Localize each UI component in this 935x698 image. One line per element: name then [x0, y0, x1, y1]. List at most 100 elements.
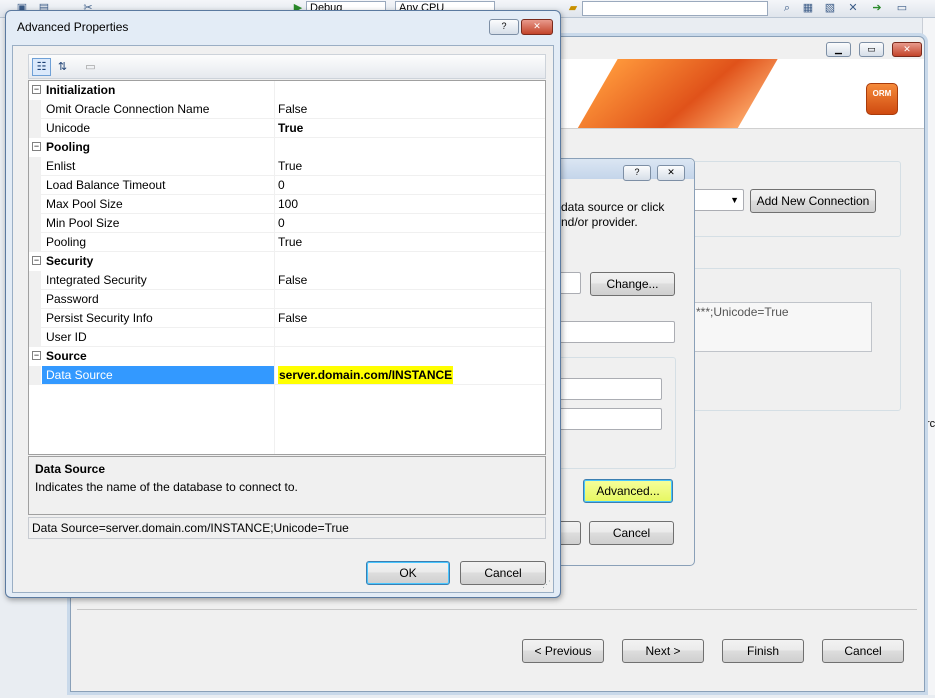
folder-icon[interactable]: ▰: [565, 1, 581, 16]
property-value[interactable]: False: [278, 271, 307, 290]
advanced-properties-dialog: Advanced Properties ? ✕ ☷ ⇅ ▭ − Initializ…: [5, 10, 561, 598]
property-row[interactable]: Pooling True: [29, 233, 545, 252]
connection-string-groupbox: ***;Unicode=True: [681, 268, 901, 411]
property-name: Min Pool Size: [46, 216, 120, 230]
properties-icon[interactable]: ▦: [800, 1, 816, 16]
property-name: Password: [46, 292, 99, 306]
collapse-icon[interactable]: −: [32, 351, 41, 360]
next-button[interactable]: Next >: [622, 639, 704, 663]
property-value[interactable]: False: [278, 309, 307, 328]
help-button[interactable]: ?: [623, 165, 651, 181]
property-value[interactable]: True: [278, 233, 302, 252]
alphabetical-icon[interactable]: ⇅: [53, 58, 72, 76]
logon-groupbox: [541, 357, 676, 469]
row-margin: [29, 271, 41, 290]
description-title: Data Source: [35, 462, 106, 476]
row-margin: [29, 233, 41, 252]
property-row[interactable]: Persist Security Info False: [29, 309, 545, 328]
advanced-button[interactable]: Advanced...: [583, 479, 673, 503]
collapse-icon[interactable]: −: [32, 142, 41, 151]
category-name: Pooling: [46, 140, 90, 154]
change-button[interactable]: Change...: [590, 272, 675, 296]
row-margin: [29, 328, 41, 347]
property-row[interactable]: Load Balance Timeout 0: [29, 176, 545, 195]
divider: [77, 609, 917, 610]
property-grid-toolbar: ☷ ⇅ ▭: [28, 54, 546, 79]
finish-button[interactable]: Finish: [722, 639, 804, 663]
start-page-icon[interactable]: ➔: [869, 1, 885, 16]
window-menu-icon[interactable]: ▭: [892, 1, 912, 16]
row-divider: [41, 384, 545, 385]
category-row[interactable]: − Source: [29, 347, 545, 366]
property-row[interactable]: Data Source server.domain.com/INSTANCE: [29, 366, 545, 385]
property-name: Omit Oracle Connection Name: [46, 102, 210, 116]
row-margin: [29, 100, 41, 119]
property-value[interactable]: 100: [278, 195, 298, 214]
property-name: Unicode: [46, 121, 91, 135]
server-name-field[interactable]: [541, 321, 675, 343]
connection-string-field[interactable]: Data Source=server.domain.com/INSTANCE;U…: [28, 517, 546, 539]
dialog-title-bar: ? ✕: [541, 159, 694, 181]
description-pane: Data Source Indicates the name of the da…: [28, 456, 546, 515]
property-row[interactable]: Enlist True: [29, 157, 545, 176]
find-icon[interactable]: ⌕: [779, 1, 795, 16]
property-name: User ID: [46, 330, 87, 344]
collapse-icon[interactable]: −: [32, 85, 41, 94]
category-row[interactable]: − Pooling: [29, 138, 545, 157]
property-value[interactable]: server.domain.com/INSTANCE: [278, 366, 454, 385]
property-row[interactable]: Max Pool Size 100: [29, 195, 545, 214]
property-row[interactable]: Omit Oracle Connection Name False: [29, 100, 545, 119]
wizard-cancel-button[interactable]: Cancel: [822, 639, 904, 663]
connection-cancel-button[interactable]: Cancel: [589, 521, 674, 545]
connection-properties-dialog: ? ✕ data source or click nd/or provider.…: [540, 158, 695, 566]
dialog-body: ☷ ⇅ ▭ − Initialization Omit Oracle Connect…: [12, 45, 554, 593]
row-margin: [29, 176, 41, 195]
property-pages-icon[interactable]: ▭: [81, 58, 100, 76]
description-line-2: nd/or provider.: [561, 215, 638, 229]
help-button[interactable]: ?: [489, 19, 519, 35]
resize-grip-icon[interactable]: ⋰: [542, 579, 551, 590]
property-value[interactable]: 0: [278, 176, 285, 195]
category-name: Security: [46, 254, 94, 268]
category-row[interactable]: − Security: [29, 252, 545, 271]
property-name: Enlist: [46, 159, 76, 173]
row-margin: [29, 119, 41, 138]
minimize-button[interactable]: ▁: [826, 42, 851, 57]
connection-string-preview: ***;Unicode=True: [692, 302, 872, 352]
tools-icon[interactable]: ✕: [845, 1, 861, 16]
window-close-button[interactable]: ✕: [892, 42, 922, 57]
property-value[interactable]: 0: [278, 214, 285, 233]
collapse-icon[interactable]: −: [32, 256, 41, 265]
property-row[interactable]: Password: [29, 290, 545, 309]
property-name: Max Pool Size: [46, 197, 123, 211]
close-button[interactable]: ✕: [521, 19, 553, 35]
object-browser-icon[interactable]: ▧: [822, 1, 838, 16]
row-margin: [29, 290, 41, 309]
categorized-icon[interactable]: ☷: [32, 58, 51, 76]
cancel-button[interactable]: Cancel: [460, 561, 546, 585]
property-value[interactable]: False: [278, 100, 307, 119]
ok-button[interactable]: OK: [366, 561, 450, 585]
close-button[interactable]: ✕: [657, 165, 685, 181]
property-row[interactable]: Unicode True: [29, 119, 545, 138]
property-name: Pooling: [46, 235, 87, 249]
property-row[interactable]: Min Pool Size 0: [29, 214, 545, 233]
category-row[interactable]: − Initialization: [29, 81, 545, 100]
property-name: Persist Security Info: [46, 311, 153, 325]
property-row[interactable]: Integrated Security False: [29, 271, 545, 290]
find-combo[interactable]: [582, 1, 768, 16]
add-new-connection-button[interactable]: Add New Connection: [750, 189, 876, 213]
property-grid[interactable]: − Initialization Omit Oracle Connection Na…: [28, 80, 546, 455]
row-margin: [29, 214, 41, 233]
description-text: Indicates the name of the database to co…: [35, 480, 298, 494]
row-margin: [29, 309, 41, 328]
side-panel-text: rc: [926, 418, 935, 430]
connection-groupbox: ▼ Add New Connection: [672, 161, 901, 237]
property-value[interactable]: True: [278, 157, 302, 176]
property-row[interactable]: User ID: [29, 328, 545, 347]
previous-button[interactable]: < Previous: [522, 639, 604, 663]
maximize-button[interactable]: ▭: [859, 42, 884, 57]
description-line-1: data source or click: [561, 200, 665, 214]
property-value[interactable]: True: [278, 119, 303, 138]
banner-graphic: [568, 59, 784, 128]
